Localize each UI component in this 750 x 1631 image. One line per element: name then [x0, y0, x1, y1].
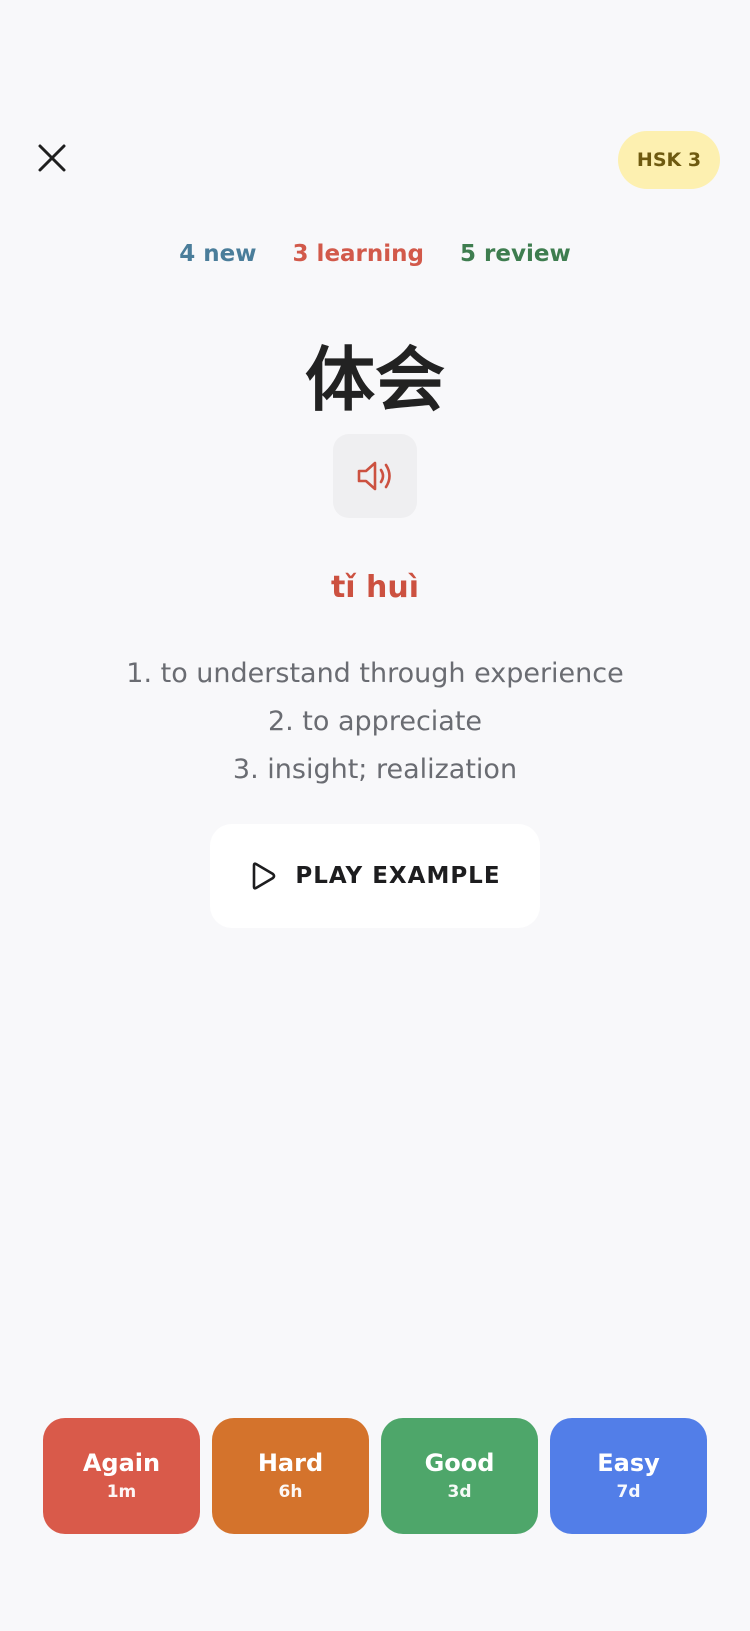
close-button[interactable] [30, 136, 74, 180]
definition-item: 2. to appreciate [267, 706, 483, 737]
again-interval: 1m [106, 1482, 137, 1502]
pronunciation-audio-button[interactable] [333, 434, 417, 518]
speaker-icon [355, 459, 395, 493]
again-label: Again [82, 1449, 161, 1477]
queue-counts: 4 new 3 learning 5 review [0, 236, 750, 272]
easy-label: Easy [597, 1449, 660, 1477]
easy-button[interactable]: Easy 7d [550, 1418, 707, 1534]
new-count: 4 new [179, 241, 257, 267]
definition-item: 1. to understand through experience [126, 658, 624, 689]
card-hanzi: 体会 [305, 339, 445, 421]
hard-label: Hard [257, 1449, 324, 1477]
easy-interval: 7d [616, 1482, 641, 1502]
review-count: 5 review [460, 241, 571, 267]
learning-count: 3 learning [292, 241, 424, 267]
good-button[interactable]: Good 3d [381, 1418, 538, 1534]
hard-button[interactable]: Hard 6h [212, 1418, 369, 1534]
level-badge: HSK 3 [618, 131, 720, 189]
good-label: Good [424, 1449, 495, 1477]
hard-interval: 6h [278, 1482, 303, 1502]
play-example-label: PLAY EXAMPLE [295, 863, 501, 889]
definition-item: 3. insight; realization [232, 754, 518, 785]
again-button[interactable]: Again 1m [43, 1418, 200, 1534]
good-interval: 3d [447, 1482, 472, 1502]
definitions-list: 1. to understand through experience 2. t… [0, 650, 750, 794]
rating-buttons: Again 1m Hard 6h Good 3d Easy 7d [43, 1418, 707, 1534]
play-icon [249, 861, 277, 891]
close-icon [37, 143, 67, 173]
play-example-button[interactable]: PLAY EXAMPLE [210, 824, 540, 928]
card-pinyin: tǐ huì [330, 570, 420, 605]
